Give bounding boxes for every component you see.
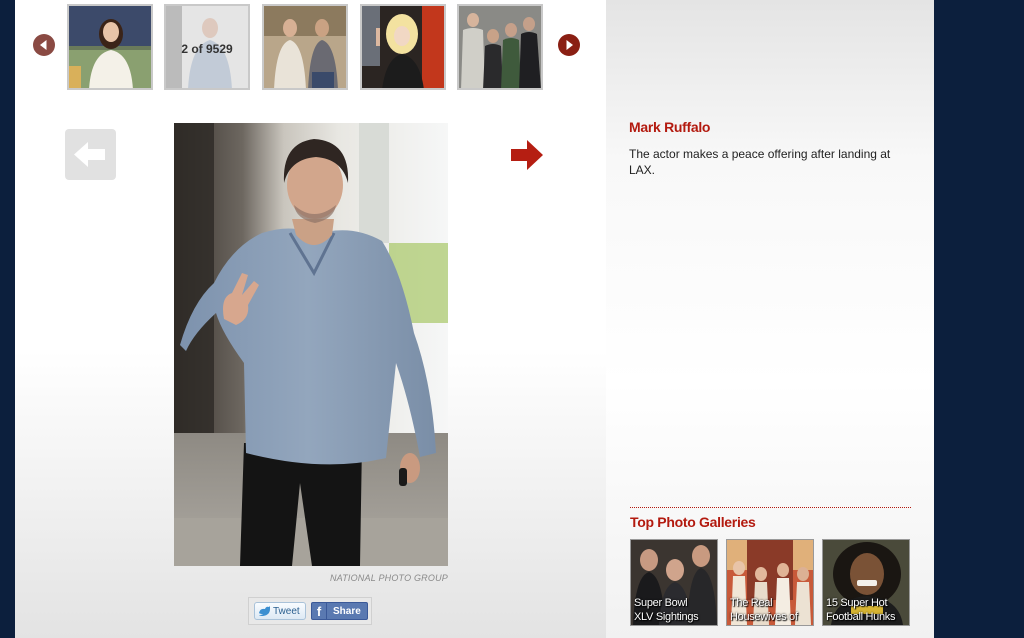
share-box: Tweet f Share (248, 597, 372, 625)
carousel-thumbnail[interactable] (360, 4, 446, 90)
caption-title: Mark Ruffalo (629, 119, 711, 135)
photo-credit: NATIONAL PHOTO GROUP (329, 573, 448, 583)
gallery-card[interactable]: Super Bowl XLV Sightings (630, 539, 718, 626)
gallery-label: 15 Super Hot Football Hunks (826, 597, 896, 623)
carousel-counter: 2 of 9529 (181, 42, 233, 56)
facebook-icon: f (312, 603, 327, 619)
carousel-prev-button[interactable] (33, 34, 55, 56)
photo-next-button[interactable] (510, 139, 544, 171)
chevron-right-icon (566, 40, 573, 50)
carousel-thumbnail-current[interactable]: 2 of 9529 (164, 4, 250, 90)
main-photo (174, 123, 448, 566)
carousel-next-button[interactable] (558, 34, 580, 56)
carousel-thumbnail[interactable] (457, 4, 543, 90)
tweet-label: Tweet (273, 605, 300, 617)
carousel-thumbnail[interactable] (262, 4, 348, 90)
carousel-thumbnail[interactable] (67, 4, 153, 90)
section-divider (630, 507, 911, 508)
arrow-right-icon (511, 140, 543, 170)
gallery-card[interactable]: The Real Housewives of (726, 539, 814, 626)
galleries-heading: Top Photo Galleries (630, 514, 756, 530)
photo-prev-button[interactable] (65, 129, 116, 180)
facebook-share-button[interactable]: f Share (311, 602, 368, 620)
gallery-card[interactable]: 15 Super Hot Football Hunks (822, 539, 910, 626)
arrow-left-icon (74, 142, 105, 167)
gallery-label: The Real Housewives of (730, 597, 798, 623)
share-label: Share (333, 605, 361, 617)
caption-text: The actor makes a peace offering after l… (629, 147, 891, 177)
tweet-button[interactable]: Tweet (254, 602, 306, 620)
chevron-left-icon (40, 40, 47, 50)
twitter-bird-icon (259, 605, 270, 616)
gallery-label: Super Bowl XLV Sightings (634, 597, 699, 623)
